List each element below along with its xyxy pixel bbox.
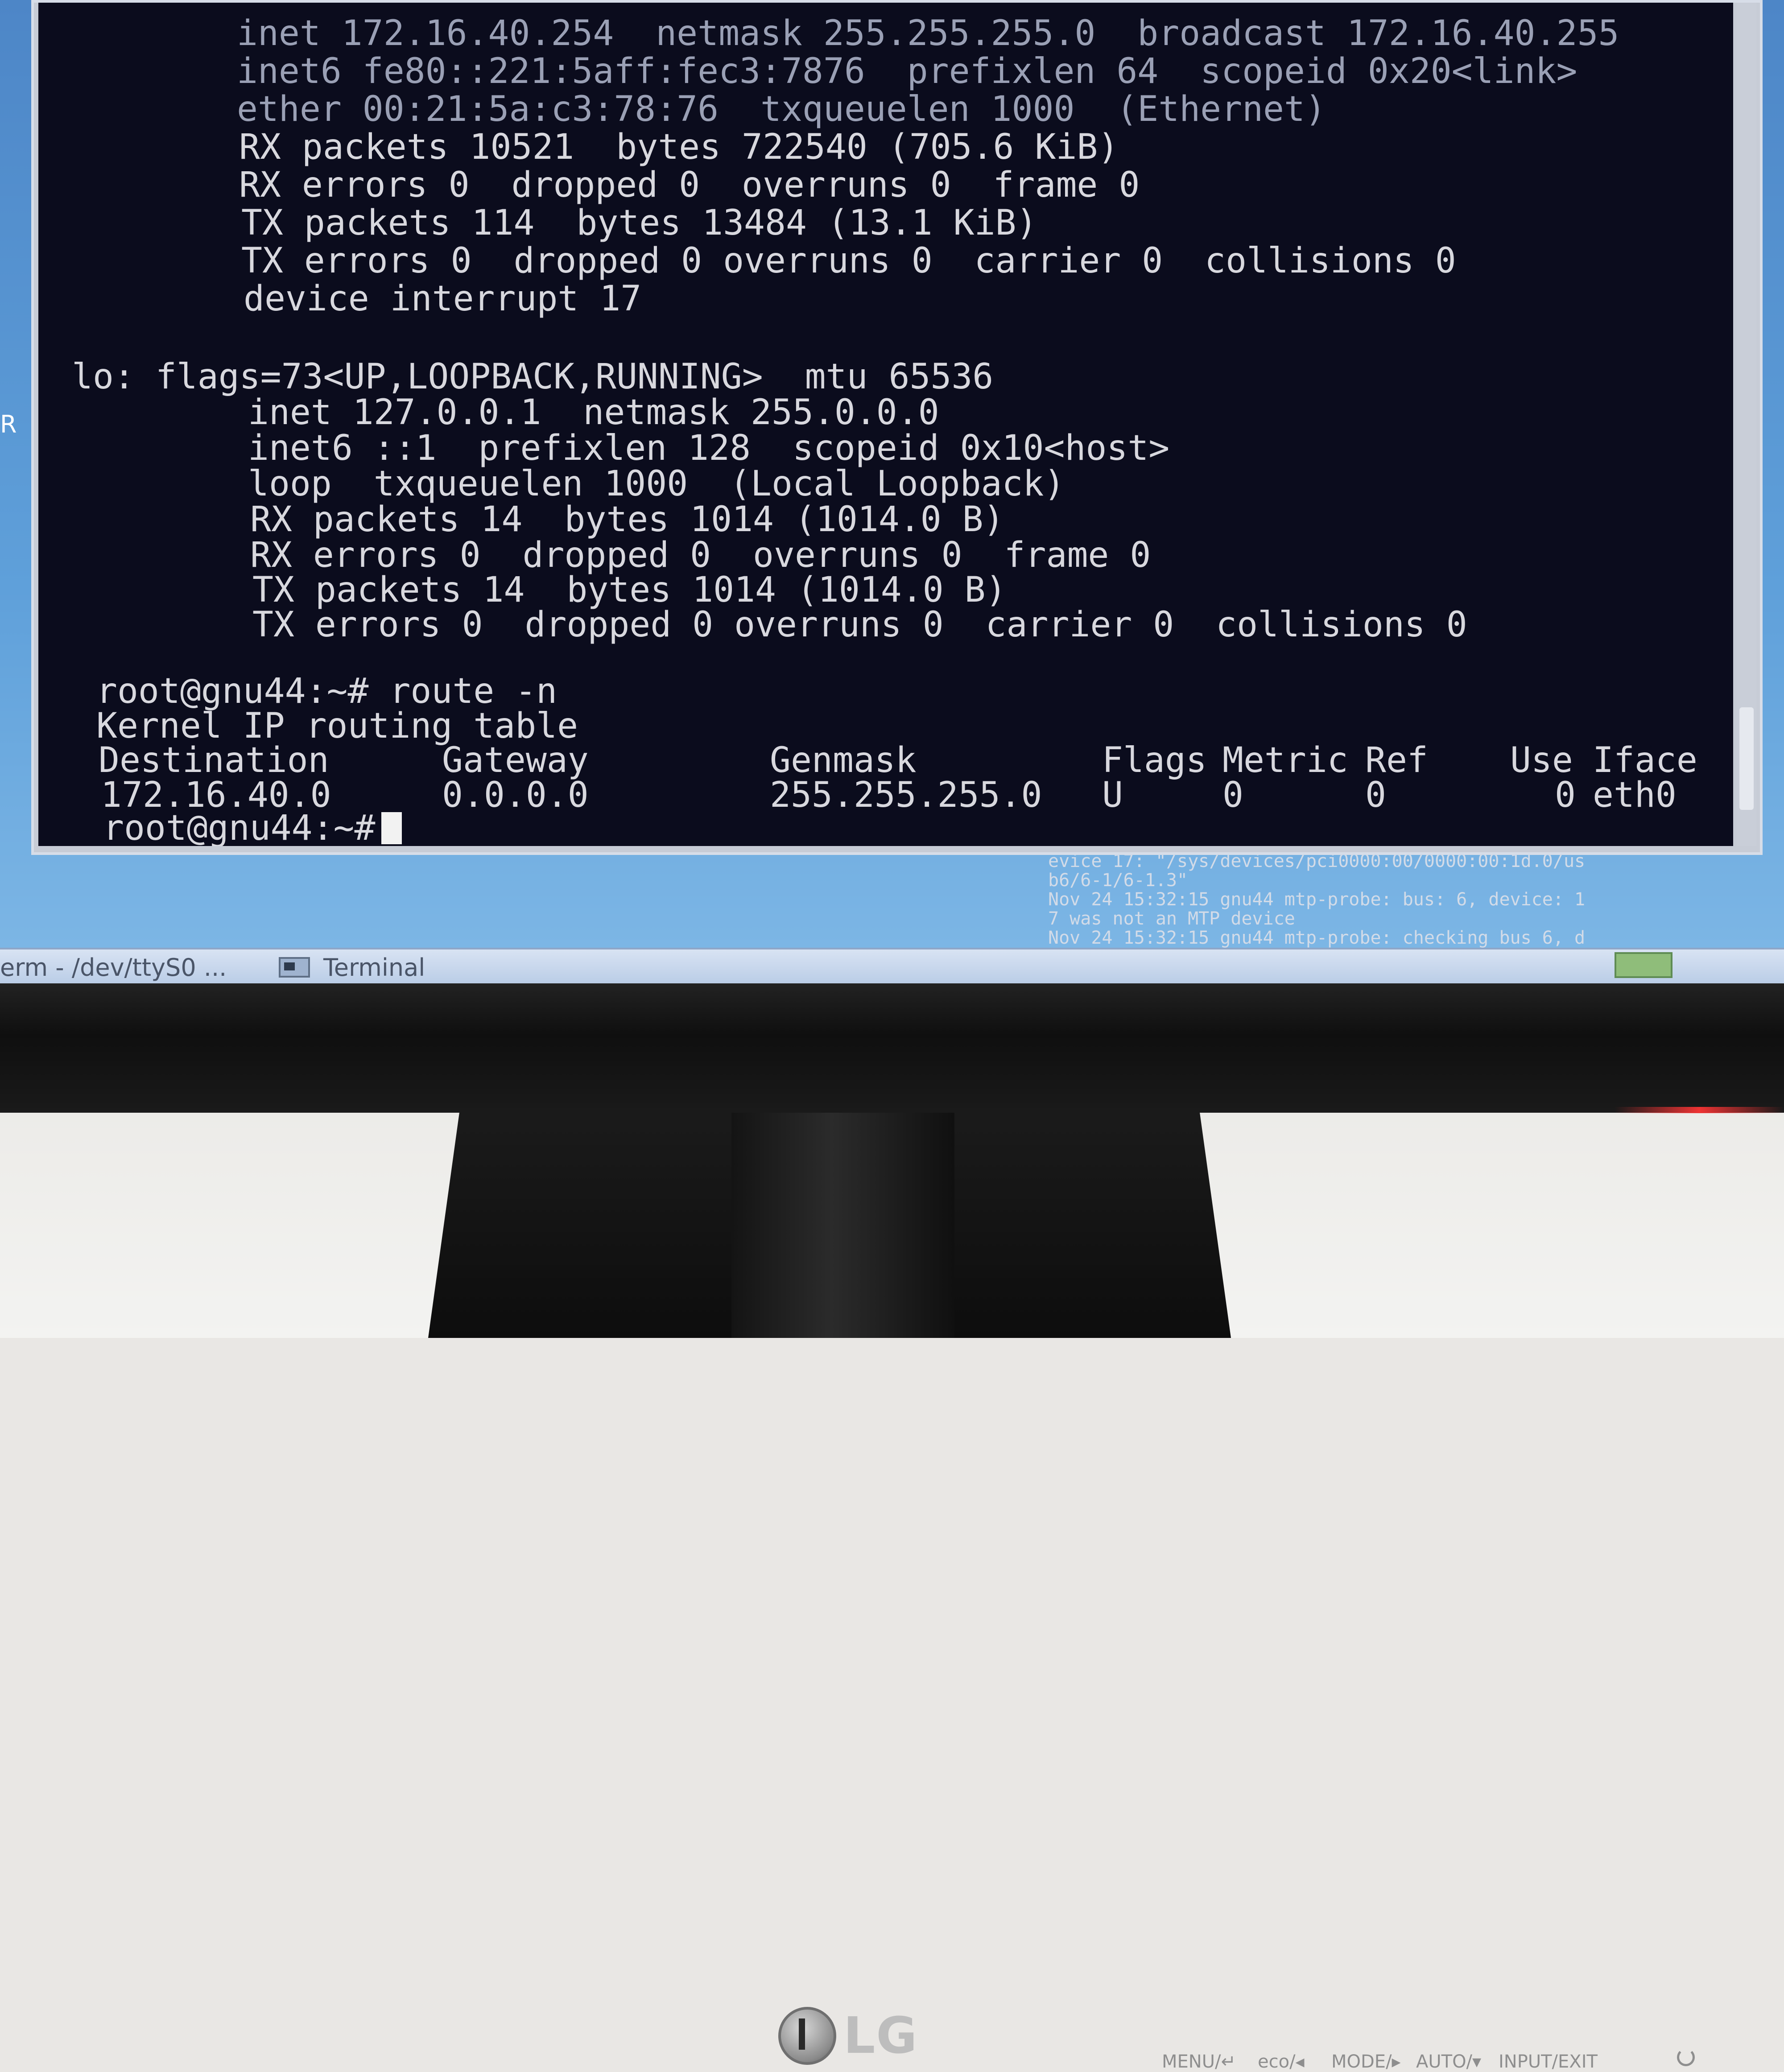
text-cursor	[381, 812, 402, 844]
command: route -n	[389, 671, 558, 711]
taskbar: erm - /dev/ttyS0 ... Terminal	[0, 948, 1784, 983]
route-cell: eth0	[1593, 775, 1677, 815]
log-line: evice 17: "/sys/devices/pci0000:00/0000:…	[1048, 852, 1586, 871]
terminal-line: TX errors 0 dropped 0 overruns 0 carrier…	[241, 241, 1456, 281]
terminal-prompt-line[interactable]: root@gnu44:~#	[103, 811, 402, 846]
terminal-line: RX packets 10521 bytes 722540 (705.6 KiB…	[239, 127, 1119, 167]
terminal-line: RX errors 0 dropped 0 overruns 0 frame 0	[239, 165, 1140, 205]
route-cell: 0	[1222, 775, 1243, 815]
terminal-window[interactable]: inet 172.16.40.254 netmask 255.255.255.0…	[31, 0, 1763, 855]
power-led-glow	[1615, 1107, 1784, 1113]
scrollbar-thumb[interactable]	[1739, 707, 1754, 810]
log-line: b6/6-1/6-1.3"	[1048, 870, 1188, 891]
desktop-screen: R inet 172.16.40.254 netmask 255.255.255…	[0, 0, 1784, 983]
route-cell: 172.16.40.0	[101, 775, 331, 815]
mode-button[interactable]: MODE/▸	[1331, 2051, 1401, 2072]
terminal-line: inet6 ::1 prefixlen 128 scopeid 0x10<hos…	[248, 428, 1170, 468]
brand-name: LG	[843, 2007, 918, 2065]
prompt: root@gnu44:~#	[103, 808, 376, 846]
terminal-line: RX packets 14 bytes 1014 (1014.0 B)	[250, 499, 1004, 540]
background-log-window: evice 17: "/sys/devices/pci0000:00/0000:…	[1048, 852, 1780, 950]
terminal-line: inet 127.0.0.1 netmask 255.0.0.0	[248, 392, 939, 433]
side-letter: R	[0, 410, 17, 438]
route-header-cell: Ref	[1365, 740, 1428, 780]
terminal-line: device interrupt 17	[244, 279, 642, 319]
log-line: 7 was not an MTP device	[1048, 908, 1295, 929]
route-cell: 0	[1555, 775, 1576, 815]
terminal-line: RX errors 0 dropped 0 overruns 0 frame 0	[250, 535, 1151, 575]
monitor-bezel: LG MENU/↵ eco/◂ MODE/▸ AUTO/▾ INPUT/EXIT	[0, 983, 1784, 2072]
input-button[interactable]: INPUT/EXIT	[1499, 2051, 1598, 2072]
terminal-line-lo-header: lo: flags=73<UP,LOOPBACK,RUNNING> mtu 65…	[72, 357, 994, 397]
taskbar-item-label: erm - /dev/ttyS0 ...	[0, 953, 227, 982]
route-table-title: Kernel IP routing table	[96, 706, 578, 746]
route-cell: 255.255.255.0	[770, 775, 1042, 815]
monitor: R inet 172.16.40.254 netmask 255.255.255…	[0, 0, 1784, 2072]
terminal-output[interactable]: inet 172.16.40.254 netmask 255.255.255.0…	[38, 3, 1733, 846]
log-line: Nov 24 15:32:15 gnu44 mtp-probe: checkin…	[1048, 928, 1586, 948]
terminal-icon	[279, 957, 310, 978]
terminal-command-line: root@gnu44:~# route -n	[96, 674, 557, 709]
terminal-line: inet 172.16.40.254 netmask 255.255.255.0…	[237, 13, 1619, 54]
taskbar-item-terminal[interactable]: Terminal	[279, 953, 425, 982]
taskbar-item-label: Terminal	[323, 953, 425, 982]
terminal-line: TX errors 0 dropped 0 overruns 0 carrier…	[252, 605, 1467, 645]
route-cell: U	[1102, 775, 1123, 815]
monitor-stand-neck	[731, 1084, 954, 1338]
auto-button[interactable]: AUTO/▾	[1416, 2051, 1481, 2072]
route-header-cell: Use	[1510, 740, 1573, 780]
terminal-line: TX packets 114 bytes 13484 (13.1 KiB)	[241, 203, 1037, 243]
route-header-cell: Genmask	[770, 740, 917, 780]
terminal-line: loop txqueuelen 1000 (Local Loopback)	[248, 464, 1065, 504]
route-header-cell: Gateway	[442, 740, 589, 780]
brand-logo: LG	[778, 2007, 918, 2065]
terminal-line: TX packets 14 bytes 1014 (1014.0 B)	[252, 570, 1007, 610]
prompt: root@gnu44:~#	[96, 671, 369, 711]
power-icon[interactable]	[1677, 2048, 1695, 2066]
tray-monitor-icon[interactable]	[1615, 952, 1672, 978]
route-header-cell: Iface	[1593, 740, 1697, 780]
route-cell: 0	[1365, 775, 1386, 815]
terminal-scrollbar[interactable]	[1737, 3, 1756, 846]
menu-button[interactable]: MENU/↵	[1162, 2051, 1236, 2072]
terminal-line: ether 00:21:5a:c3:78:76 txqueuelen 1000 …	[237, 89, 1326, 129]
lg-logo-icon	[778, 2007, 836, 2065]
eco-button[interactable]: eco/◂	[1258, 2051, 1305, 2072]
route-header-cell: Flags	[1102, 740, 1207, 780]
terminal-line: inet6 fe80::221:5aff:fec3:7876 prefixlen…	[237, 51, 1578, 91]
log-line: Nov 24 15:32:15 gnu44 mtp-probe: bus: 6,…	[1048, 889, 1586, 910]
route-header-cell: Metric	[1222, 740, 1348, 780]
taskbar-item-serial-terminal[interactable]: erm - /dev/ttyS0 ...	[0, 953, 227, 982]
route-header-cell: Destination	[99, 740, 329, 780]
route-cell: 0.0.0.0	[442, 775, 589, 815]
